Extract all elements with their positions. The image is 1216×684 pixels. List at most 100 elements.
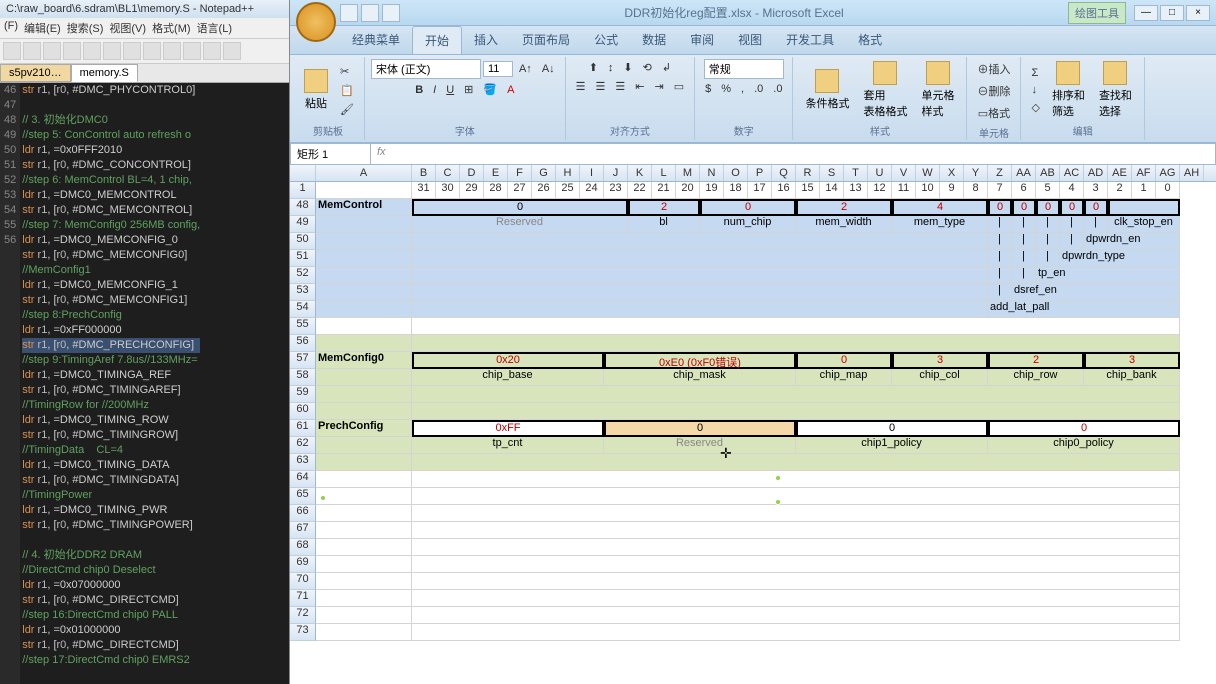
name-box[interactable]: 矩形 1 [291,144,371,164]
menu-view[interactable]: 视图(V) [109,20,146,36]
cell[interactable]: 4 [892,199,988,216]
cell[interactable]: 0 [1060,199,1084,216]
cut-icon[interactable]: ✂ [336,63,358,80]
col-header[interactable]: G [532,165,556,181]
cell[interactable]: 0 [1084,199,1108,216]
cell-style-button[interactable]: 单元格 样式 [915,59,960,121]
col-header[interactable]: N [700,165,724,181]
col-header[interactable]: AF [1132,165,1156,181]
table-format-button[interactable]: 套用 表格格式 [857,59,913,121]
col-header[interactable]: Z [988,165,1012,181]
col-header[interactable]: AB [1036,165,1060,181]
cell[interactable] [412,267,988,284]
align-bottom-icon[interactable]: ⬇ [619,59,636,76]
orientation-icon[interactable]: ⟲ [639,59,656,76]
cell[interactable]: 19 [700,182,724,199]
col-header[interactable]: AD [1084,165,1108,181]
col-header[interactable]: K [628,165,652,181]
cell[interactable] [412,522,1180,539]
toolbar-button[interactable] [63,42,81,60]
notepad-menu[interactable]: (F) 编辑(E) 搜索(S) 视图(V) 格式(M) 语言(L) [0,18,289,39]
decrease-decimal-icon[interactable]: .0 [769,81,786,97]
cell[interactable]: 0 [988,199,1012,216]
menu-edit[interactable]: 编辑(E) [24,20,61,36]
cell[interactable]: mem_width [796,216,892,233]
cell[interactable]: 14 [820,182,844,199]
cell[interactable]: 3 [1084,352,1180,369]
cell[interactable]: 0 [412,199,628,216]
indent-dec-icon[interactable]: ⇤ [631,78,648,95]
cell[interactable] [412,318,1180,335]
redo-icon[interactable] [382,4,400,22]
cell[interactable]: 0 [988,420,1180,437]
cell[interactable] [412,335,1180,352]
cell[interactable]: 11 [892,182,916,199]
cell[interactable]: | [1036,233,1060,250]
comma-icon[interactable]: , [737,81,748,97]
col-header[interactable]: B [412,165,436,181]
close-icon[interactable]: × [1186,5,1210,21]
cell[interactable] [412,284,988,301]
insert-button[interactable]: ⊕插入 [973,59,1014,79]
cell[interactable]: 2 [796,199,892,216]
menu-lang[interactable]: 语言(L) [197,20,232,36]
indent-inc-icon[interactable]: ⇥ [651,78,668,95]
ribbon-tab-4[interactable]: 公式 [582,26,630,54]
toolbar-button[interactable] [123,42,141,60]
cell[interactable]: MemControl [316,199,412,216]
cell[interactable]: 25 [556,182,580,199]
ribbon-tab-7[interactable]: 视图 [726,26,774,54]
cell[interactable]: chip_map [796,369,892,386]
cell[interactable]: 12 [868,182,892,199]
cell[interactable] [412,488,1180,505]
cell[interactable]: | [1060,233,1084,250]
bold-button[interactable]: B [411,82,427,98]
ribbon-tab-6[interactable]: 审阅 [678,26,726,54]
col-header[interactable]: A [316,165,412,181]
undo-icon[interactable] [361,4,379,22]
cell[interactable] [316,182,412,199]
cell[interactable]: mem_type [892,216,988,233]
row-header[interactable]: 48 [290,199,316,216]
cell[interactable]: num_chip [700,216,796,233]
cell[interactable] [412,301,988,318]
cond-format-button[interactable]: 条件格式 [799,67,855,113]
menu-format[interactable]: 格式(M) [152,20,191,36]
font-name-select[interactable]: 宋体 (正文) [371,59,481,79]
number-format-select[interactable]: 常规 [704,59,784,79]
cell[interactable]: 26 [532,182,556,199]
cell[interactable] [412,386,1180,403]
cell[interactable] [412,403,1180,420]
paste-button[interactable]: 粘贴 [298,67,334,113]
align-left-icon[interactable]: ☰ [572,78,590,95]
cell[interactable]: 2 [628,199,700,216]
cell[interactable]: | [1084,216,1108,233]
toolbar-button[interactable] [223,42,241,60]
fill-color-icon[interactable]: 🪣 [479,81,501,98]
col-header[interactable]: S [820,165,844,181]
cell[interactable]: 17 [748,182,772,199]
underline-button[interactable]: U [442,82,458,98]
cell[interactable]: chip1_policy [796,437,988,454]
align-middle-icon[interactable]: ↕ [604,60,618,76]
cell[interactable]: 0xE0 (0xF0错误) [604,352,796,369]
autosum-icon[interactable]: Σ [1027,65,1043,81]
col-header[interactable]: W [916,165,940,181]
font-color-icon[interactable]: A [503,82,518,98]
col-header[interactable]: T [844,165,868,181]
select-all-corner[interactable] [290,165,316,181]
menu-search[interactable]: 搜索(S) [67,20,104,36]
cell[interactable] [412,539,1180,556]
cell[interactable]: 3 [1084,182,1108,199]
decrease-font-icon[interactable]: A↓ [538,61,559,77]
cell[interactable]: 0xFF [412,420,604,437]
cell[interactable]: 15 [796,182,820,199]
minimize-icon[interactable]: — [1134,5,1158,21]
col-header[interactable]: M [676,165,700,181]
currency-icon[interactable]: $ [701,81,715,97]
menu-file[interactable]: (F) [4,20,18,36]
col-header[interactable]: AG [1156,165,1180,181]
cell[interactable]: 5 [1036,182,1060,199]
cell[interactable]: 13 [844,182,868,199]
cell[interactable]: 8 [964,182,988,199]
